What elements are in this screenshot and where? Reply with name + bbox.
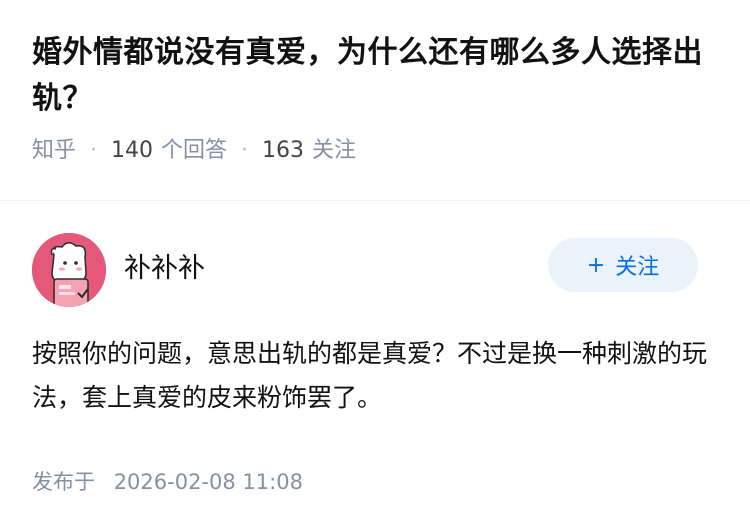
question-title[interactable]: 婚外情都说没有真爱，为什么还有哪么多人选择出轨？ <box>32 30 718 122</box>
publish-info: 发布于 2026-02-08 11:08 <box>32 466 303 496</box>
avatar[interactable] <box>32 233 106 307</box>
author-row: 补补补 + 关注 <box>32 233 698 307</box>
publish-time: 2026-02-08 11:08 <box>113 470 303 494</box>
source-label[interactable]: 知乎 <box>32 136 76 166</box>
follow-button-label: 关注 <box>615 255 660 280</box>
section-divider <box>0 200 750 201</box>
answer-count-label[interactable]: 个回答 <box>161 136 227 166</box>
follower-count-label: 关注 <box>312 138 357 163</box>
publish-label: 发布于 <box>32 470 95 494</box>
avatar-illustration-icon <box>32 233 106 307</box>
follower-count: 163 <box>262 138 305 163</box>
follow-button[interactable]: + 关注 <box>548 238 698 292</box>
answer-count[interactable]: 140 <box>111 136 153 166</box>
plus-icon: + <box>586 252 606 278</box>
author-name[interactable]: 补补补 <box>124 246 548 285</box>
question-header: 婚外情都说没有真爱，为什么还有哪么多人选择出轨？ 知乎 · 140 个回答 · … <box>0 0 750 170</box>
question-meta: 知乎 · 140 个回答 · 163 关注 <box>32 136 718 166</box>
separator-dot: · <box>241 138 249 163</box>
separator-dot: · <box>90 138 98 163</box>
answer-content[interactable]: 按照你的问题，意思出轨的都是真爱？不过是换一种刺激的玩法，套上真爱的皮来粉饰罢了… <box>32 332 710 420</box>
